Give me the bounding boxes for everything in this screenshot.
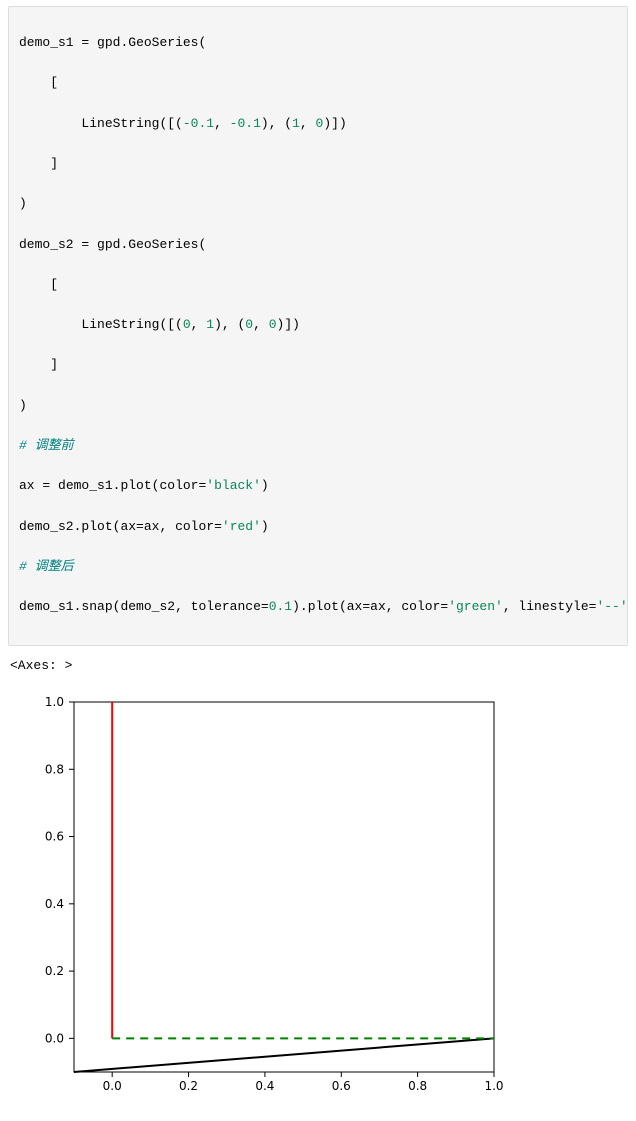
code-token: plot (308, 599, 339, 614)
code-token: , tolerance (175, 599, 261, 614)
code-line: ] (19, 355, 617, 375)
code-token: gpd (89, 237, 120, 252)
code-token: demo_s2 (19, 237, 81, 252)
code-token: = (136, 519, 144, 534)
code-line: demo_s2 = gpd.GeoSeries( (19, 235, 617, 255)
code-token: , linestyle (503, 599, 589, 614)
code-token: ( (198, 237, 206, 252)
code-token: LineString (19, 317, 159, 332)
code-line: # 调整前 (19, 436, 617, 456)
code-token: ), ( (261, 116, 292, 131)
code-line: ax = demo_s1.plot(color='black') (19, 476, 617, 496)
code-token: demo_s2 (19, 519, 74, 534)
code-token: '--' (596, 599, 627, 614)
code-token: )]) (277, 317, 300, 332)
y-tick-label: 0.4 (45, 897, 64, 911)
code-token: [ (19, 277, 58, 292)
axes-frame (74, 702, 494, 1072)
code-token: (color (152, 478, 199, 493)
code-token: = (261, 599, 269, 614)
code-token: ax (144, 519, 160, 534)
x-tick-label: 0.8 (408, 1079, 427, 1093)
code-line: ) (19, 396, 617, 416)
code-token: . (300, 599, 308, 614)
code-token: , (214, 116, 230, 131)
code-token: demo_s1 (19, 599, 74, 614)
code-token: 'red' (222, 519, 261, 534)
series-line (74, 1039, 494, 1073)
code-token: 1 (292, 116, 300, 131)
code-token: )]) (323, 116, 346, 131)
code-token: 'green' (448, 599, 503, 614)
y-tick-label: 0.0 (45, 1032, 64, 1046)
code-token: = (214, 519, 222, 534)
code-token: 1 (206, 317, 214, 332)
output-repr: <Axes: > (10, 658, 628, 673)
code-token: 0 (245, 317, 253, 332)
code-token: (ax (113, 519, 136, 534)
code-token: , (253, 317, 269, 332)
code-token: = (362, 599, 370, 614)
code-token: (ax (339, 599, 362, 614)
code-token: , color (159, 519, 214, 534)
code-token: , (191, 317, 207, 332)
x-tick-label: 0.6 (332, 1079, 351, 1093)
code-token: ax (370, 599, 386, 614)
code-token: [ (19, 75, 58, 90)
code-token: ) (261, 519, 269, 534)
y-tick-label: 0.8 (45, 763, 64, 777)
code-token: GeoSeries (128, 237, 198, 252)
y-tick-label: 0.2 (45, 964, 64, 978)
code-token: , (300, 116, 316, 131)
code-token: demo_s1 (50, 478, 112, 493)
code-line: ] (19, 154, 617, 174)
code-token: -0.1 (183, 116, 214, 131)
code-token: ) (19, 398, 27, 413)
code-line: ) (19, 194, 617, 214)
code-line: [ (19, 275, 617, 295)
code-token: 0 (269, 317, 277, 332)
code-token: ([( (159, 116, 182, 131)
code-token: ] (19, 156, 58, 171)
code-token: -0.1 (230, 116, 261, 131)
code-token: demo_s1 (19, 35, 81, 50)
code-token: 0.1 (269, 599, 292, 614)
code-token: , color (386, 599, 441, 614)
y-tick-label: 0.6 (45, 830, 64, 844)
code-line: LineString([(-0.1, -0.1), (1, 0)]) (19, 114, 617, 134)
code-token: LineString (19, 116, 159, 131)
code-token: ) (261, 478, 269, 493)
code-token: snap (81, 599, 112, 614)
x-tick-label: 0.4 (255, 1079, 274, 1093)
code-line: [ (19, 73, 617, 93)
code-line: demo_s1.snap(demo_s2, tolerance=0.1).plo… (19, 597, 617, 617)
chart-output: 0.0 0.2 0.4 0.6 0.8 1.0 0.0 0.2 0.4 0.6 0.8 1.0 (14, 687, 628, 1111)
code-token: GeoSeries (128, 35, 198, 50)
code-token: ) (19, 196, 27, 211)
code-token: ) (292, 599, 300, 614)
code-token: gpd (89, 35, 120, 50)
code-line: # 调整后 (19, 557, 617, 577)
code-token: ] (19, 357, 58, 372)
x-tick-label: 1.0 (484, 1079, 503, 1093)
code-block: demo_s1 = gpd.GeoSeries( [ LineString([(… (8, 6, 628, 646)
x-tick-label: 0.2 (179, 1079, 198, 1093)
code-token: (demo_s2 (113, 599, 175, 614)
code-token: ([( (159, 317, 182, 332)
code-token: plot (120, 478, 151, 493)
y-tick-label: 1.0 (45, 695, 64, 709)
code-token: ), ( (214, 317, 245, 332)
code-line: demo_s2.plot(ax=ax, color='red') (19, 517, 617, 537)
code-comment: # 调整前 (19, 438, 74, 453)
code-token: 'black' (206, 478, 261, 493)
code-line: demo_s1 = gpd.GeoSeries( (19, 33, 617, 53)
code-token: 0 (183, 317, 191, 332)
chart-svg: 0.0 0.2 0.4 0.6 0.8 1.0 0.0 0.2 0.4 0.6 0.8 1.0 (14, 687, 514, 1107)
code-comment: # 调整后 (19, 559, 74, 574)
code-token: ax (19, 478, 42, 493)
code-token: ( (198, 35, 206, 50)
code-line: LineString([(0, 1), (0, 0)]) (19, 315, 617, 335)
code-token: plot (81, 519, 112, 534)
x-tick-label: 0.0 (103, 1079, 122, 1093)
